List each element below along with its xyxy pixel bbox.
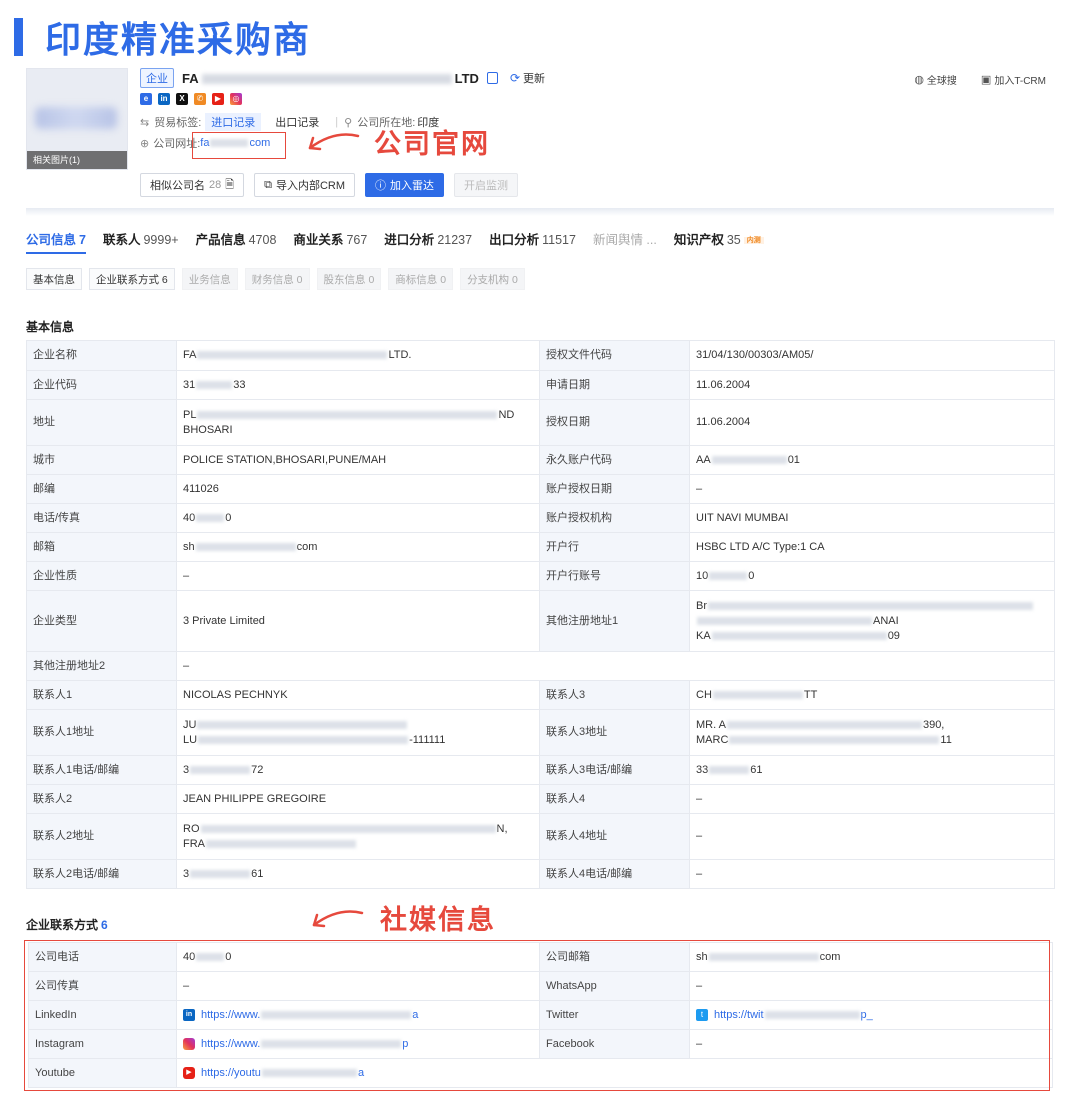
table-row: 城市 POLICE STATION,BHOSARI,PUNE/MAH 永久账户代… xyxy=(26,445,1055,475)
title-accent-bar xyxy=(14,18,23,56)
x-icon[interactable]: X xyxy=(176,93,188,105)
monitor-button[interactable]: 开启监测 xyxy=(454,173,519,197)
phone-icon[interactable]: ✆ xyxy=(194,93,206,105)
contact-methods-title: 企业联系方式 6 xyxy=(26,918,108,932)
linkedin-icon[interactable]: in xyxy=(158,93,170,105)
subtab-business-info[interactable]: 业务信息 xyxy=(181,268,238,290)
website-highlight-box xyxy=(192,132,286,159)
basic-info-table: 企业名称 FA LTD. 授权文件代码 31/04/130/00303/AM05/… xyxy=(26,340,1055,889)
subtab-trademark-info[interactable]: 商标信息 0 xyxy=(388,268,454,290)
action-buttons: 相似公司名 28 🗎 ⧉ 导入内部CRM ⓘ 加入雷达 开启监测 xyxy=(140,173,528,197)
table-row: 企业类型 3 Private Limited 其他注册地址1 Br ANAI KA 0… xyxy=(26,590,1055,652)
subtab-contact-methods[interactable]: 企业联系方式 6 xyxy=(89,268,175,290)
active-tab-indicator xyxy=(26,252,86,254)
table-row: 企业代码 31 33 申请日期 11.06.2004 xyxy=(26,370,1055,400)
info-circle-icon: ⓘ xyxy=(375,180,387,192)
table-row: 联系人1电话/邮编 3 72 联系人3电话/邮编 33 61 xyxy=(26,755,1055,785)
table-row: 邮编 411026 账户授权日期 – xyxy=(26,474,1055,504)
header-right-actions: ◍ 全球搜 ▣ 加入T-CRM xyxy=(890,72,1046,87)
tab-company-info[interactable]: 公司信息 7 xyxy=(26,229,86,248)
tab-contacts[interactable]: 联系人 9999+ xyxy=(103,229,179,248)
page-title-wrap: 印度精准采购商 xyxy=(14,14,312,61)
table-row: 联系人2地址 RO N, FRA 联系人4地址 – xyxy=(26,813,1055,860)
location-icon: ⚲ xyxy=(344,116,353,129)
annotation-website: 公司官网 xyxy=(374,129,490,160)
beta-badge: 内测 xyxy=(743,236,764,244)
global-search-button[interactable]: ◍ 全球搜 xyxy=(914,72,957,87)
header-divider xyxy=(26,208,1054,216)
similar-company-button[interactable]: 相似公司名 28 🗎 xyxy=(140,173,245,197)
table-row: 企业性质 – 开户行账号 10 0 xyxy=(26,561,1055,591)
thumbnail-caption: 相关图片(1) xyxy=(27,151,127,169)
table-row: 联系人2电话/邮编 3 61 联系人4电话/邮编 – xyxy=(26,859,1055,889)
youtube-icon[interactable]: ▶ xyxy=(212,93,224,105)
copy-icon[interactable] xyxy=(486,72,498,84)
tab-products[interactable]: 产品信息 4708 xyxy=(196,229,277,248)
table-row: 邮箱 sh com 开户行 HSBC LTD A/C Type:1 CA xyxy=(26,532,1055,562)
tab-ip[interactable]: 知识产权 35 内测 xyxy=(674,229,764,248)
company-name: FA LTD xyxy=(182,70,479,86)
subtab-shareholder-info[interactable]: 股东信息 0 xyxy=(316,268,382,290)
crm-icon: ▣ xyxy=(980,74,992,86)
tab-business-relations[interactable]: 商业关系 767 xyxy=(293,229,367,248)
globe-icon: ⊕ xyxy=(140,137,150,150)
file-search-icon: 🗎 xyxy=(225,178,235,191)
refresh-icon: ⟳ xyxy=(509,71,520,85)
subtab-finance-info[interactable]: 财务信息 0 xyxy=(244,268,310,290)
social-icons: e in X ✆ ▶ ◎ xyxy=(140,93,840,107)
sub-tabs: 基本信息 企业联系方式 6 业务信息 财务信息 0 股东信息 0 商标信息 0 … xyxy=(26,268,532,290)
company-type-tag: 企业 xyxy=(140,68,174,88)
export-icon: ⧉ xyxy=(264,178,272,191)
add-tcrm-button[interactable]: ▣ 加入T-CRM xyxy=(981,72,1046,87)
company-thumbnail[interactable]: 相关图片(1) xyxy=(26,68,128,170)
table-row: 其他注册地址2 – xyxy=(26,651,1055,681)
annotation-social: 社媒信息 xyxy=(380,905,496,936)
instagram-icon[interactable]: ◎ xyxy=(230,93,242,105)
import-crm-button[interactable]: ⧉ 导入内部CRM xyxy=(254,173,356,197)
table-row: 联系人1 NICOLAS PECHNYK 联系人3 CH TT xyxy=(26,680,1055,710)
annotation-arrow-icon xyxy=(308,133,360,151)
tag-import-records[interactable]: 进口记录 xyxy=(205,113,262,131)
table-row: 企业名称 FA LTD. 授权文件代码 31/04/130/00303/AM05/ xyxy=(26,340,1055,371)
refresh-button[interactable]: ⟳ 更新 xyxy=(510,70,545,86)
subtab-basic-info[interactable]: 基本信息 xyxy=(26,268,82,290)
social-highlight-box xyxy=(24,940,1050,1091)
table-row: 联系人1地址 JU LU -111111 联系人3地址 MR. A 390, MARC 1… xyxy=(26,709,1055,756)
company-header: 相关图片(1) 企业 FA LTD ⟳ 更新 e in X ✆ ▶ ◎ ⇆ 贸易标… xyxy=(26,68,1054,210)
table-row: 地址 PL ND BHOSARI 授权日期 11.06.2004 xyxy=(26,399,1055,446)
globe-search-icon: ◍ xyxy=(914,74,924,86)
annotation-arrow-icon xyxy=(312,910,364,928)
page-title: 印度精准采购商 xyxy=(45,20,312,61)
tab-export-analysis[interactable]: 出口分析 11517 xyxy=(489,229,576,248)
trade-tags-row: ⇆ 贸易标签: 进口记录 出口记录 | ⚲ 公司所在地: 印度 xyxy=(140,113,840,131)
trade-icon: ⇆ xyxy=(140,116,150,129)
add-radar-button[interactable]: ⓘ 加入雷达 xyxy=(365,173,445,197)
website-icon[interactable]: e xyxy=(140,93,152,105)
tab-news[interactable]: 新闻舆情 ... xyxy=(593,229,657,248)
tab-import-analysis[interactable]: 进口分析 21237 xyxy=(384,229,472,248)
subtab-branches[interactable]: 分支机构 0 xyxy=(460,268,525,290)
table-row: 电话/传真 40 0 账户授权机构 UIT NAVI MUMBAI xyxy=(26,503,1055,533)
table-row: 联系人2 JEAN PHILIPPE GREGOIRE 联系人4 – xyxy=(26,784,1055,814)
basic-info-title: 基本信息 xyxy=(26,320,75,334)
main-tabs: 公司信息 7 联系人 9999+ 产品信息 4708 商业关系 767 进口分析 2123… xyxy=(26,226,781,250)
